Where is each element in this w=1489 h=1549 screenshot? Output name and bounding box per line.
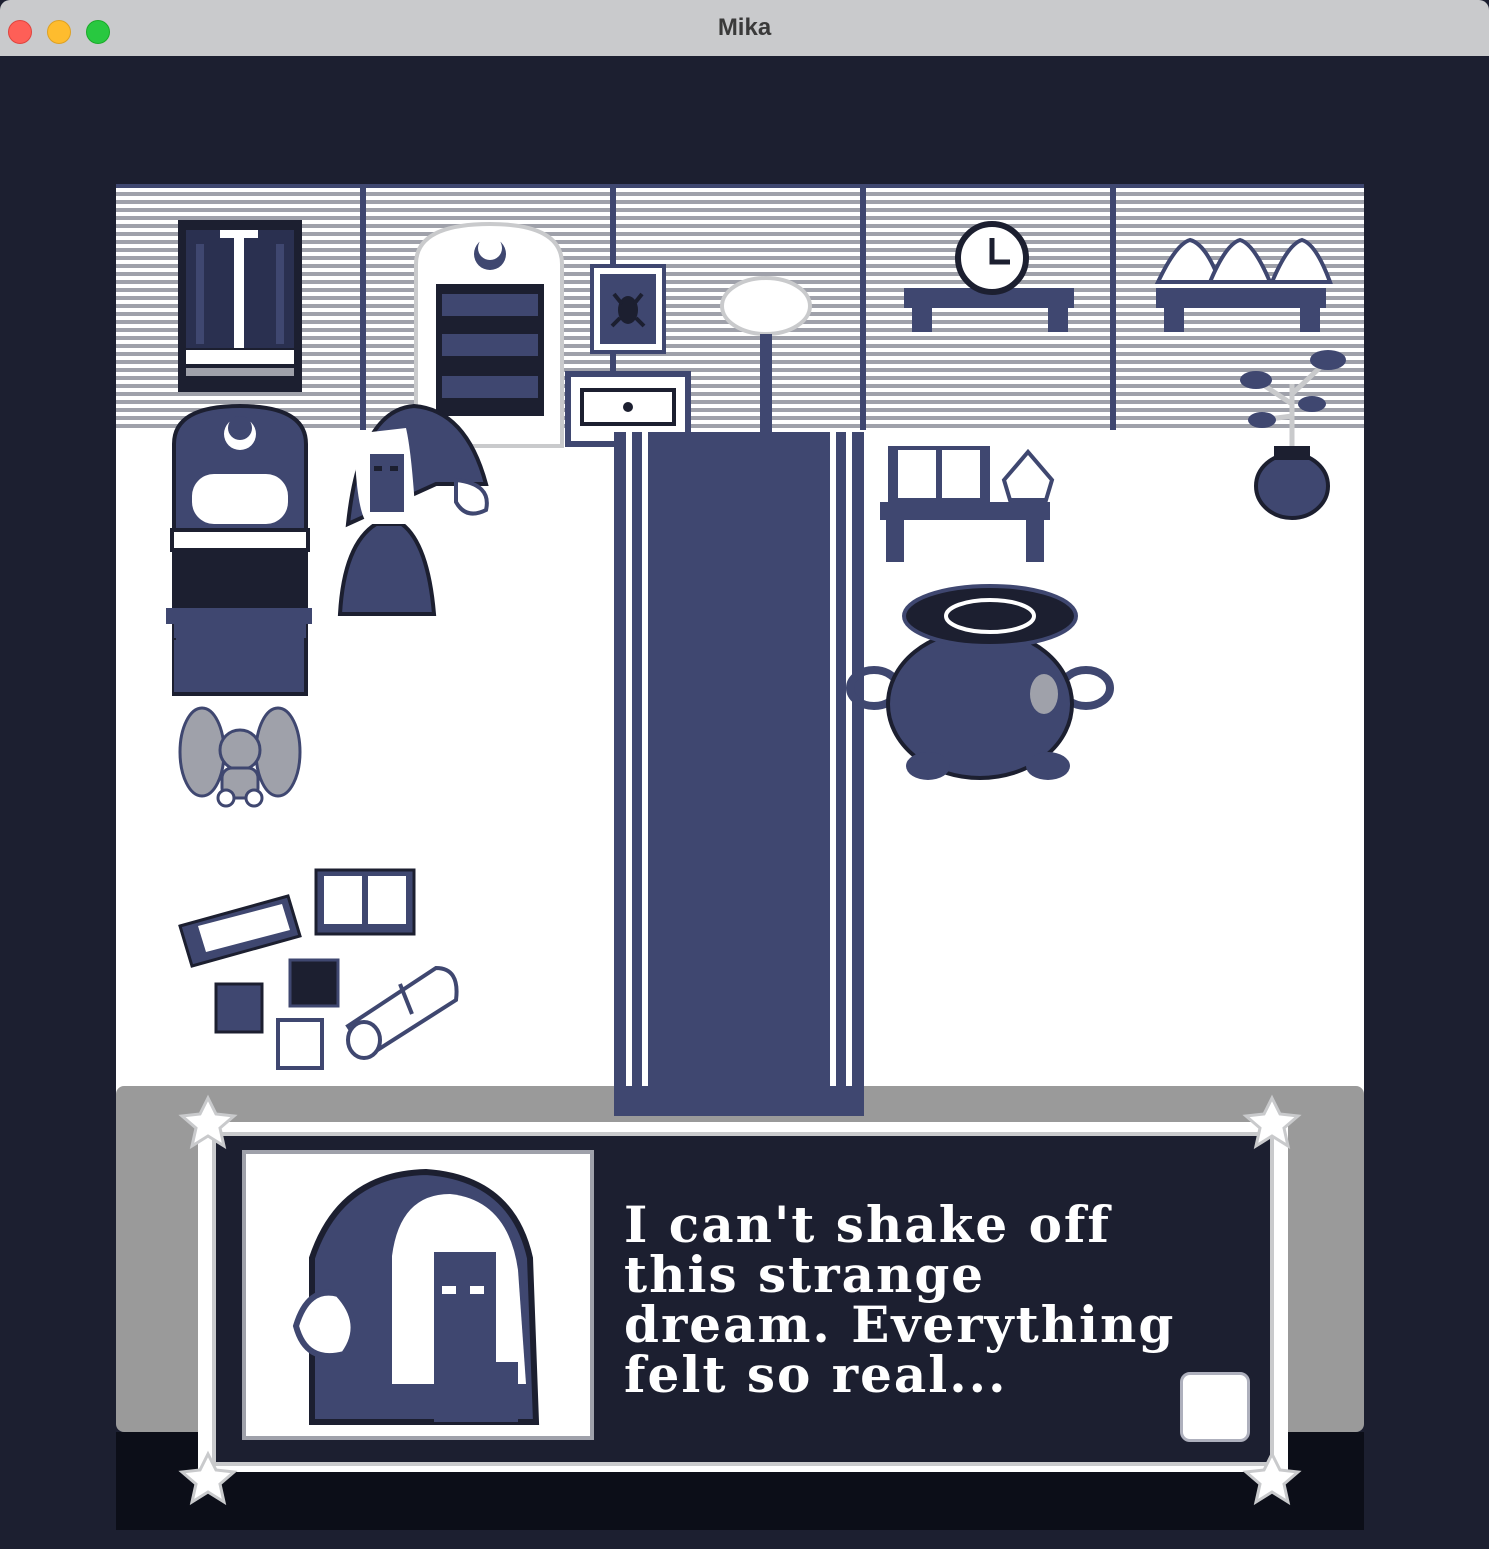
bed-icon xyxy=(166,403,312,696)
advance-dialog-button[interactable] xyxy=(1180,1372,1250,1442)
witch-portrait-icon xyxy=(242,1150,594,1440)
window-title: Mika xyxy=(717,14,772,41)
window-titlebar: Mika xyxy=(0,0,1489,58)
spider-frame-icon xyxy=(590,264,666,354)
dialog-text: I can't shake off this strange dream. Ev… xyxy=(624,1195,1176,1404)
window-icon xyxy=(178,220,302,392)
